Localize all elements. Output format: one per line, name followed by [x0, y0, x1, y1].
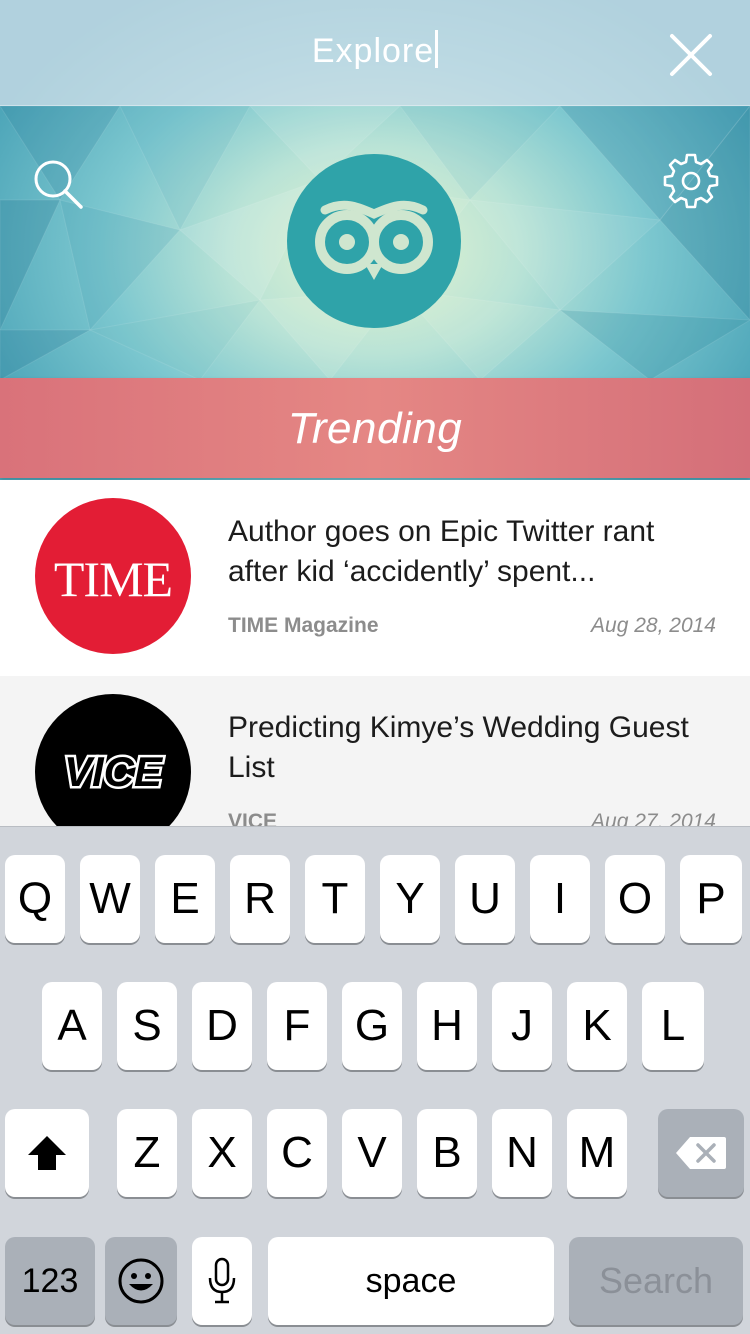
header: Explore Trending [0, 0, 750, 480]
key-c[interactable]: C [267, 1109, 327, 1197]
trending-bar: Trending [0, 378, 750, 478]
key-label: D [206, 1001, 238, 1050]
key-p[interactable]: P [680, 855, 742, 943]
key-label: I [553, 874, 567, 923]
key-label: X [207, 1128, 237, 1177]
article-date: Aug 27, 2014 [591, 810, 716, 826]
article-title[interactable]: Predicting Kimye’s Wedding Guest List [228, 708, 718, 788]
publisher-logo: TIME [35, 498, 191, 654]
key-label: space [365, 1261, 457, 1300]
text-caret [435, 30, 439, 68]
key-j[interactable]: J [492, 982, 552, 1070]
key-b[interactable]: B [417, 1109, 477, 1197]
shift-icon [28, 1136, 66, 1170]
key-m[interactable]: M [567, 1109, 627, 1197]
key-l[interactable]: L [642, 982, 704, 1070]
microphone-icon [208, 1257, 236, 1304]
key-label: Y [395, 874, 425, 923]
key-z[interactable]: Z [117, 1109, 177, 1197]
search-input[interactable]: Explore [0, 30, 750, 71]
key-label: S [132, 1001, 162, 1050]
emoji-key[interactable] [105, 1237, 177, 1325]
search-icon[interactable] [30, 156, 86, 212]
numbers-key[interactable]: 123 [5, 1237, 95, 1325]
key-label: Search [598, 1260, 714, 1301]
key-label: Q [17, 874, 53, 923]
owl-logo-icon [287, 154, 461, 328]
key-v[interactable]: V [342, 1109, 402, 1197]
publisher-logo: VICE [35, 694, 191, 826]
key-t[interactable]: T [305, 855, 365, 943]
key-label: L [660, 1001, 686, 1050]
key-d[interactable]: D [192, 982, 252, 1070]
article-source: VICE [228, 810, 278, 826]
key-label: Z [133, 1128, 161, 1177]
key-k[interactable]: K [567, 982, 627, 1070]
key-label: U [469, 874, 501, 923]
key-label: H [431, 1001, 463, 1050]
key-label: O [617, 874, 653, 923]
key-label: K [582, 1001, 612, 1050]
key-f[interactable]: F [267, 982, 327, 1070]
key-s[interactable]: S [117, 982, 177, 1070]
key-x[interactable]: X [192, 1109, 252, 1197]
key-e[interactable]: E [155, 855, 215, 943]
key-label: J [511, 1001, 533, 1050]
backspace-icon [676, 1137, 726, 1169]
gear-icon[interactable] [662, 152, 720, 210]
key-label: F [283, 1001, 311, 1050]
key-u[interactable]: U [455, 855, 515, 943]
delete-key[interactable] [658, 1109, 744, 1197]
publisher-logo-text: VICE [64, 748, 164, 795]
key-label: G [354, 1001, 390, 1050]
key-label: M [578, 1128, 616, 1177]
section-title: Trending [287, 404, 463, 453]
key-label: 123 [21, 1261, 79, 1300]
key-o[interactable]: O [605, 855, 665, 943]
emoji-icon [118, 1258, 164, 1304]
key-w[interactable]: W [80, 855, 140, 943]
key-label: A [57, 1001, 87, 1050]
list-item[interactable]: VICE Predicting Kimye’s Wedding Guest Li… [0, 676, 750, 826]
key-label: T [321, 874, 349, 923]
key-label: W [89, 874, 131, 923]
key-i[interactable]: I [530, 855, 590, 943]
key-label: C [281, 1128, 313, 1177]
key-a[interactable]: A [42, 982, 102, 1070]
publisher-logo-text: TIME [53, 551, 173, 607]
key-label: V [357, 1128, 387, 1177]
key-g[interactable]: G [342, 982, 402, 1070]
shift-key[interactable] [5, 1109, 89, 1197]
vice-wordmark: VICE [61, 746, 166, 798]
key-label: R [244, 874, 276, 923]
key-label: B [432, 1128, 462, 1177]
key-label: P [696, 874, 726, 923]
list-item[interactable]: TIME Author goes on Epic Twitter rant af… [0, 480, 750, 676]
article-date: Aug 28, 2014 [591, 614, 716, 637]
key-label: E [170, 874, 200, 923]
space-key[interactable]: space [268, 1237, 554, 1325]
key-h[interactable]: H [417, 982, 477, 1070]
keyboard: Q W E R T Y U I O P A S D F G H J K L Z … [0, 826, 750, 1334]
article-list: TIME Author goes on Epic Twitter rant af… [0, 480, 750, 826]
close-icon[interactable] [666, 30, 716, 80]
key-y[interactable]: Y [380, 855, 440, 943]
key-label: N [506, 1128, 538, 1177]
search-input-value: Explore [311, 32, 435, 70]
microphone-key[interactable] [192, 1237, 252, 1325]
article-title[interactable]: Author goes on Epic Twitter rant after k… [228, 512, 718, 592]
search-bar[interactable]: Explore [0, 0, 750, 106]
search-key[interactable]: Search [569, 1237, 743, 1325]
key-q[interactable]: Q [5, 855, 65, 943]
key-r[interactable]: R [230, 855, 290, 943]
article-source: TIME Magazine [228, 614, 379, 637]
key-n[interactable]: N [492, 1109, 552, 1197]
